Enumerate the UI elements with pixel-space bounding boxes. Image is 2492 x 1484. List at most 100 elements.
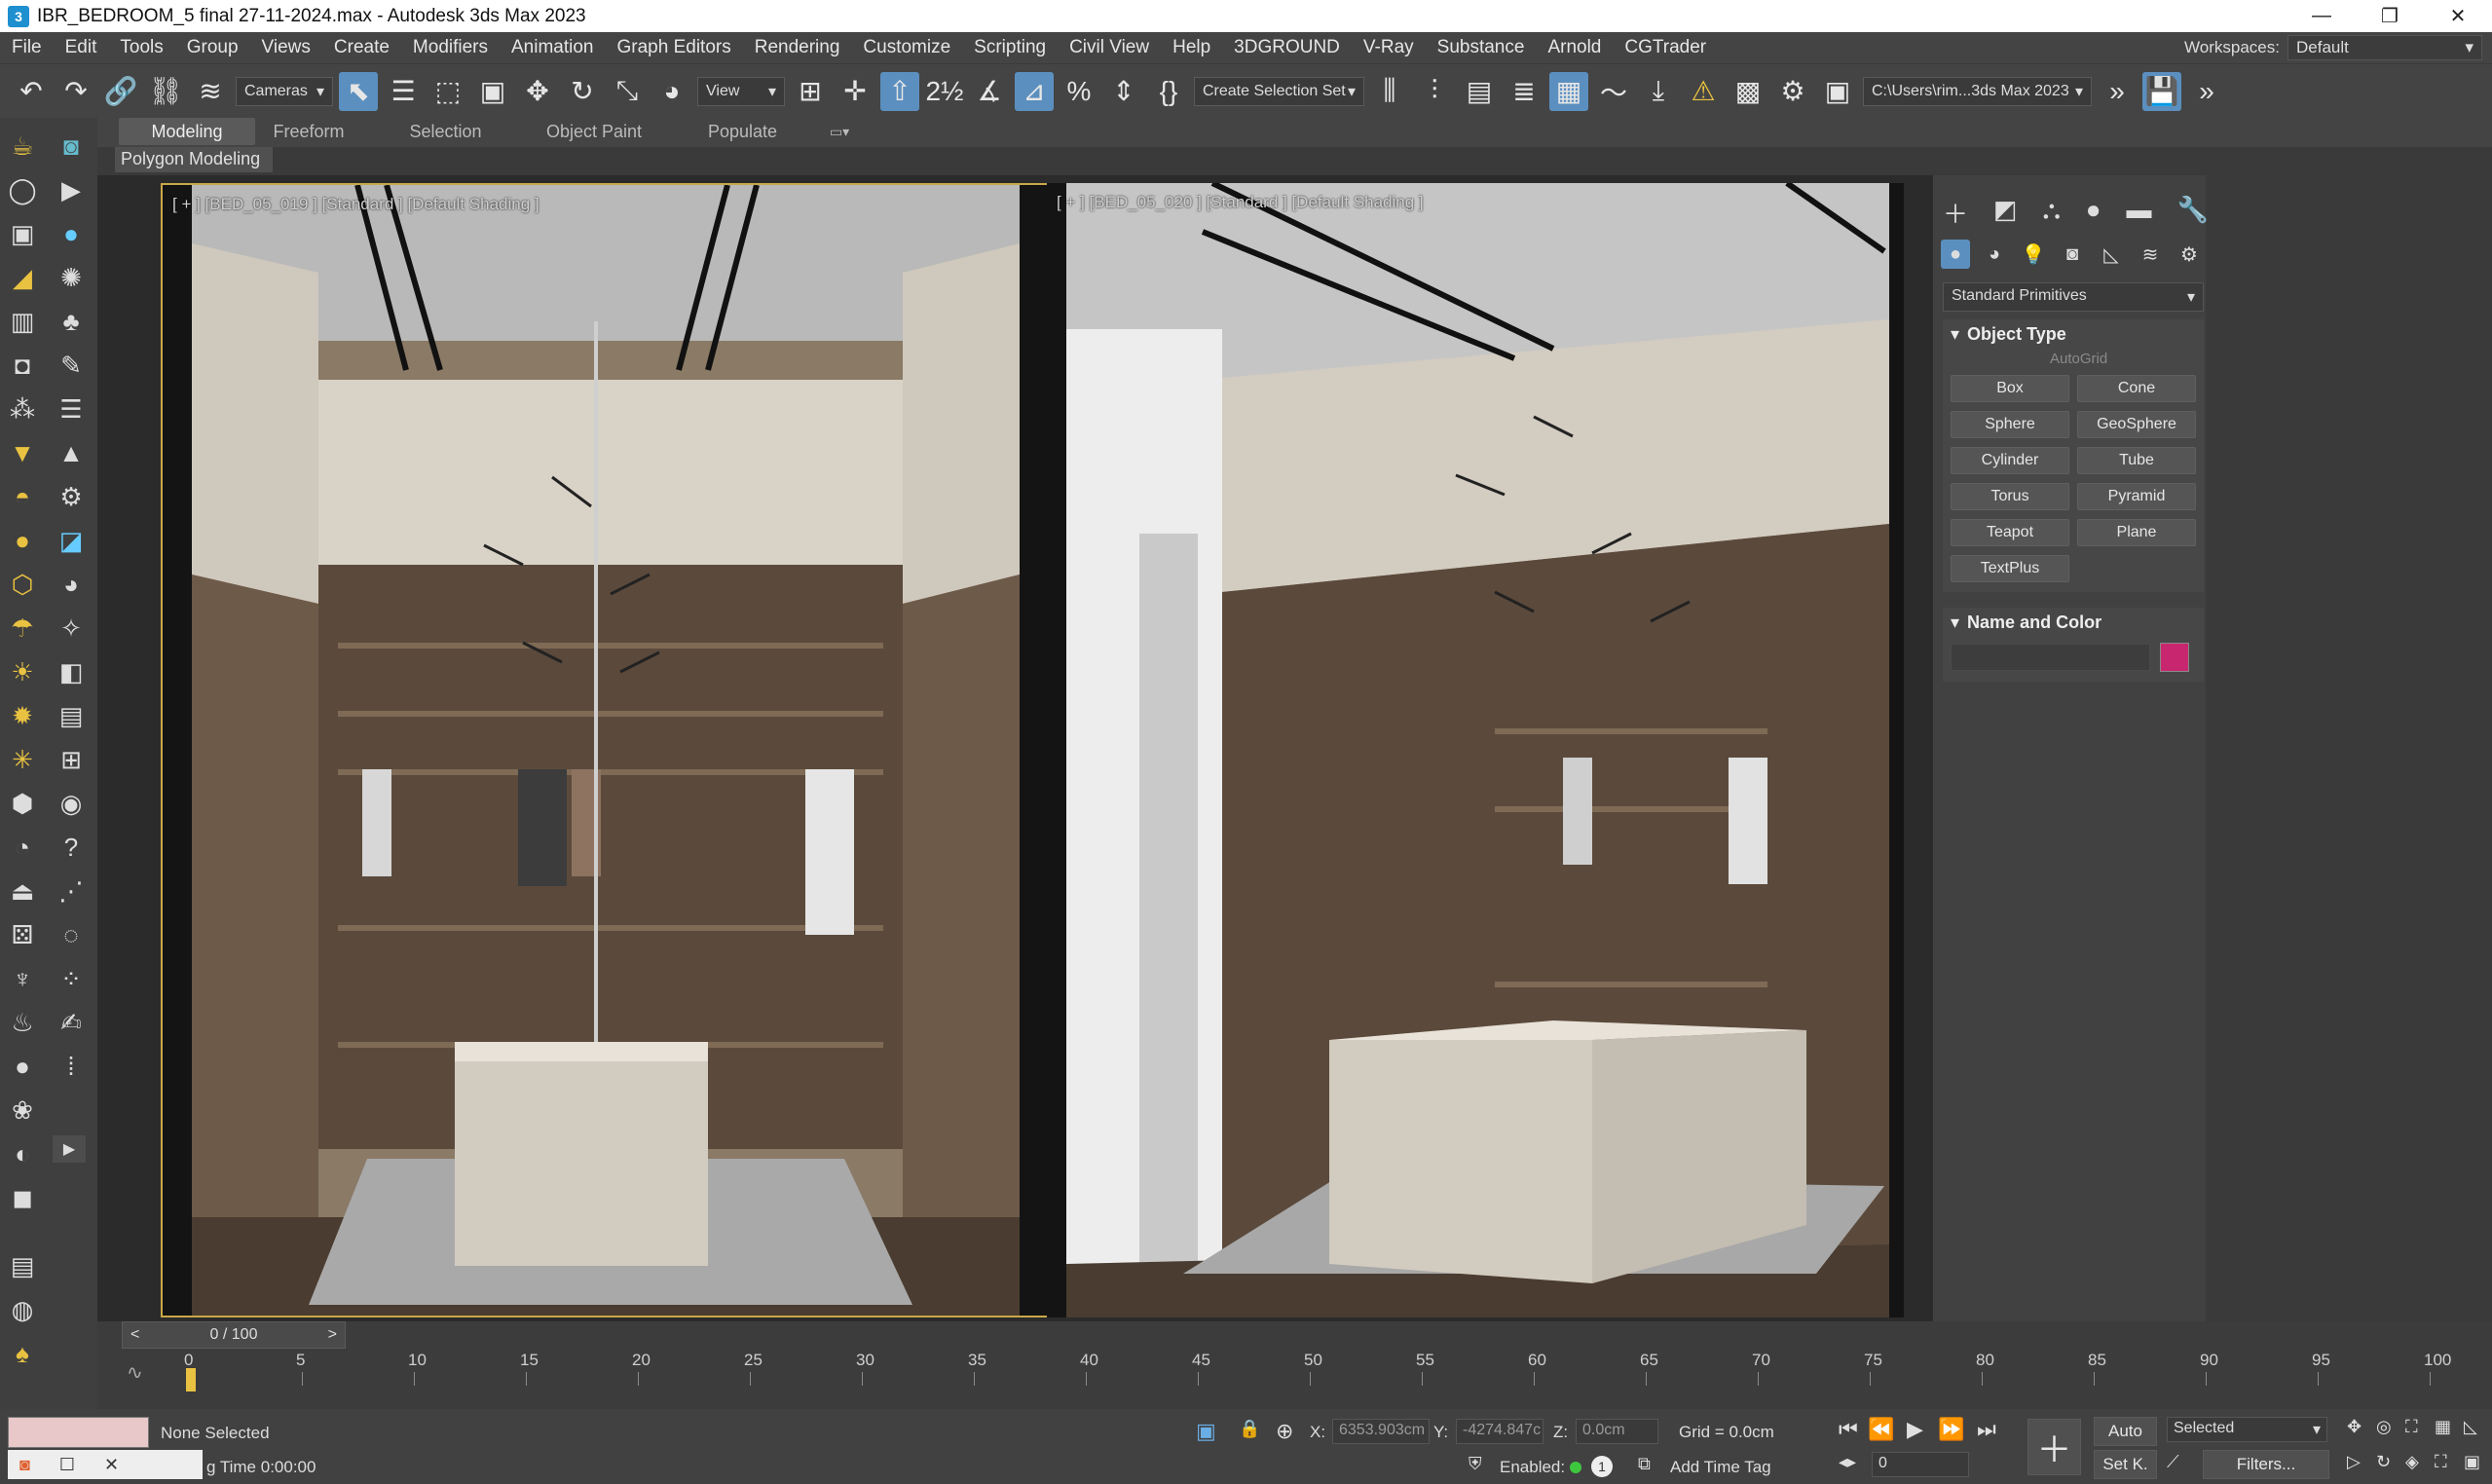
- tab-freeform[interactable]: Freeform: [255, 118, 362, 145]
- scene-explorer-icon[interactable]: ▦: [1549, 71, 1588, 111]
- viewport-right[interactable]: [ + ] [BED_05_020 ] [Standard ] [Default…: [1047, 183, 1904, 1317]
- y-coordinate-field[interactable]: -4274.847c: [1456, 1419, 1544, 1444]
- grass-icon[interactable]: ♆: [4, 960, 41, 997]
- x-coordinate-field[interactable]: 6353.903cm: [1332, 1419, 1430, 1444]
- menu-vray[interactable]: V-Ray: [1352, 37, 1426, 58]
- helpers-icon[interactable]: ◺: [2097, 240, 2126, 269]
- time-playhead[interactable]: [186, 1368, 196, 1391]
- forest-icon[interactable]: ♠: [4, 1335, 41, 1372]
- render-frame-icon[interactable]: ▣: [1818, 72, 1857, 111]
- auto-key-button[interactable]: Auto: [2094, 1417, 2157, 1446]
- molecule-icon[interactable]: ⁘: [53, 960, 90, 997]
- display-tab-icon[interactable]: ▬: [2127, 195, 2152, 231]
- dome-icon[interactable]: ◓: [4, 478, 41, 515]
- sphere-icon[interactable]: ●: [4, 522, 41, 559]
- absolute-mode-icon[interactable]: ⊕: [1276, 1419, 1293, 1444]
- previous-frame-icon[interactable]: ⏪: [1868, 1417, 1894, 1442]
- motion-tab-icon[interactable]: ●: [2086, 195, 2101, 231]
- teapot-button[interactable]: Teapot: [1951, 519, 2069, 546]
- cylinder-button[interactable]: Cylinder: [1951, 447, 2069, 474]
- polygon-modeling-panel[interactable]: Polygon Modeling: [115, 147, 273, 172]
- spheres-icon[interactable]: ❀: [4, 1092, 41, 1129]
- menu-file[interactable]: File: [0, 37, 54, 58]
- menu-customize[interactable]: Customize: [851, 37, 962, 58]
- proxy-icon[interactable]: ⚄: [4, 916, 41, 953]
- menu-animation[interactable]: Animation: [500, 37, 606, 58]
- frame-buffer-icon[interactable]: ▤: [53, 697, 90, 734]
- scatter-points-icon[interactable]: ⋰: [53, 872, 90, 909]
- cone-button[interactable]: Cone: [2077, 375, 2196, 402]
- next-frame-icon[interactable]: ⏩: [1938, 1417, 1964, 1442]
- create-tab-icon[interactable]: ＋: [1943, 195, 1968, 231]
- set-key-button[interactable]: Set K.: [2094, 1450, 2157, 1479]
- pyramid-button[interactable]: Pyramid: [2077, 483, 2196, 510]
- sky-icon[interactable]: ✹: [4, 697, 41, 734]
- umbrella-light-icon[interactable]: ☂: [4, 610, 41, 647]
- menu-rendering[interactable]: Rendering: [743, 37, 852, 58]
- help-icon[interactable]: ?: [53, 829, 90, 866]
- object-color-swatch[interactable]: [2160, 643, 2189, 672]
- tree-icon[interactable]: ♣: [53, 303, 90, 340]
- add-time-tag-button[interactable]: Add Time Tag: [1670, 1458, 1771, 1477]
- tab-object-paint[interactable]: Object Paint: [531, 118, 657, 145]
- pivot-center-icon[interactable]: ⊞: [791, 72, 830, 111]
- vray-logo-icon[interactable]: ◍: [4, 1291, 41, 1328]
- plane-icon[interactable]: ⏏: [4, 872, 41, 909]
- settings-icon[interactable]: ⚙: [53, 478, 90, 515]
- menu-modifiers[interactable]: Modifiers: [401, 37, 500, 58]
- move-icon[interactable]: ✥: [518, 72, 557, 111]
- primitive-category-dropdown[interactable]: Standard Primitives ▾: [1943, 282, 2204, 312]
- render-camera-icon[interactable]: ◘: [4, 347, 41, 384]
- keyboard-shortcut-icon[interactable]: ⇧: [880, 71, 919, 111]
- unlink-icon[interactable]: ⛓: [146, 72, 185, 111]
- video-camera-icon[interactable]: ▶: [53, 171, 90, 208]
- viewport-left[interactable]: [ + ] [BED_05_019 ] [Standard ] [Default…: [161, 183, 1128, 1317]
- spinner-snap-icon[interactable]: ⇕: [1104, 72, 1143, 111]
- hierarchy-tab-icon[interactable]: ⛬: [2043, 195, 2061, 231]
- percent-snap-icon[interactable]: ⊿: [1015, 71, 1054, 111]
- autogrid-checkbox[interactable]: AutoGrid: [1943, 349, 2204, 369]
- systems-icon[interactable]: ⚙: [2175, 240, 2204, 269]
- curve-editor-mini-icon[interactable]: ∿: [127, 1360, 143, 1385]
- link-icon[interactable]: 🔗: [101, 72, 140, 111]
- edit-icon[interactable]: ✍: [53, 1004, 90, 1041]
- object-paint-icon[interactable]: ✎: [53, 347, 90, 384]
- ball-icon[interactable]: ●: [4, 1048, 41, 1085]
- space-warps-icon[interactable]: ≋: [2136, 240, 2165, 269]
- light-bulb-icon[interactable]: ●: [53, 215, 90, 252]
- object-type-header[interactable]: ▾ Object Type: [1943, 319, 2204, 349]
- menu-substance[interactable]: Substance: [1426, 37, 1537, 58]
- z-coordinate-field[interactable]: 0.0cm: [1576, 1419, 1658, 1444]
- utilities-tab-icon[interactable]: 🔧: [2177, 195, 2209, 231]
- redo-icon[interactable]: ↷: [56, 72, 95, 111]
- torus-icon[interactable]: ◯: [4, 171, 41, 208]
- viewport-label[interactable]: [ + ] [BED_05_019 ] [Standard ] [Default…: [172, 195, 539, 214]
- cameras-icon[interactable]: ◙: [2058, 240, 2087, 269]
- panel-icon[interactable]: ◧: [53, 653, 90, 690]
- warning-icon[interactable]: ⚠: [1684, 72, 1723, 111]
- rectangular-selection-icon[interactable]: ⬚: [428, 72, 467, 111]
- lock-icon[interactable]: 🔒: [1239, 1419, 1260, 1439]
- key-filter-dropdown[interactable]: Selected ▾: [2167, 1417, 2327, 1442]
- isolate-selection-icon[interactable]: ▣: [1196, 1419, 1216, 1444]
- project-path-dropdown[interactable]: C:\Users\rim...3ds Max 2023 ▾: [1863, 76, 2092, 106]
- zoom-all-icon[interactable]: ◎: [2376, 1417, 2392, 1437]
- texture-icon[interactable]: ◐: [4, 1135, 41, 1172]
- menu-graph-editors[interactable]: Graph Editors: [606, 37, 743, 58]
- angle-snap-icon[interactable]: ∡: [970, 72, 1009, 111]
- zoom-icon[interactable]: ✥: [2347, 1417, 2362, 1437]
- time-slider[interactable]: < 0 / 100 >: [122, 1321, 346, 1349]
- torus-button[interactable]: Torus: [1951, 483, 2069, 510]
- select-object-icon[interactable]: ⬉: [339, 71, 378, 111]
- tab-selection[interactable]: Selection: [390, 118, 502, 145]
- cone-icon[interactable]: ▲: [53, 434, 90, 471]
- spotlight-icon[interactable]: ▼: [4, 434, 41, 471]
- shapes-icon[interactable]: ◕: [1980, 240, 2009, 269]
- shape-icon[interactable]: ◢: [4, 259, 41, 296]
- snaps-toggle-icon[interactable]: 2½: [925, 72, 964, 111]
- workspaces-dropdown[interactable]: Default ▾: [2287, 35, 2482, 60]
- dotted-circle-icon[interactable]: ◌: [53, 916, 90, 953]
- tab-modeling[interactable]: Modeling: [119, 118, 255, 145]
- cube-icon[interactable]: ⬢: [4, 785, 41, 822]
- object-name-input[interactable]: [1951, 644, 2150, 671]
